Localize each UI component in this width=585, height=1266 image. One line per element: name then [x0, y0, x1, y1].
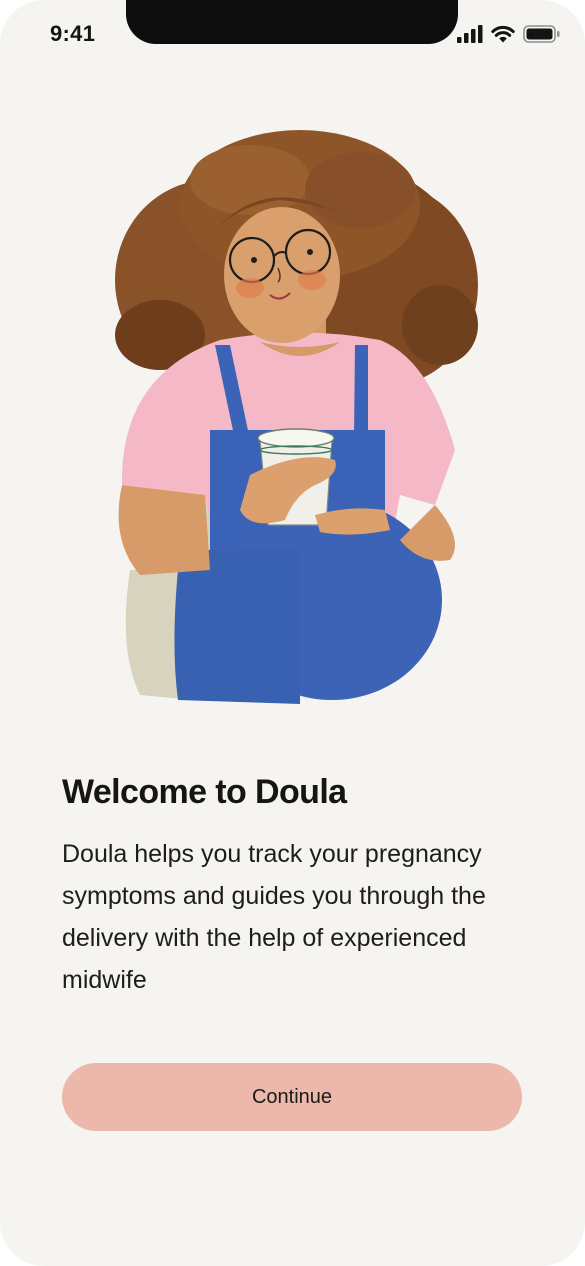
status-icons	[457, 22, 561, 46]
welcome-description: Doula helps you track your pregnancy sym…	[62, 840, 486, 994]
status-bar: 9:41	[0, 0, 585, 70]
pregnant-woman-illustration	[115, 130, 478, 704]
phone-screen: 9:41 Welcome to Doula Doula helps you tr…	[0, 0, 585, 1266]
battery-icon	[523, 25, 560, 43]
welcome-title: Welcome to Doula	[62, 773, 347, 811]
device-notch	[126, 0, 458, 44]
continue-button[interactable]: Continue	[62, 1063, 522, 1131]
status-time: 9:41	[50, 21, 96, 46]
wifi-icon	[491, 25, 515, 43]
cellular-signal-icon	[457, 25, 483, 43]
